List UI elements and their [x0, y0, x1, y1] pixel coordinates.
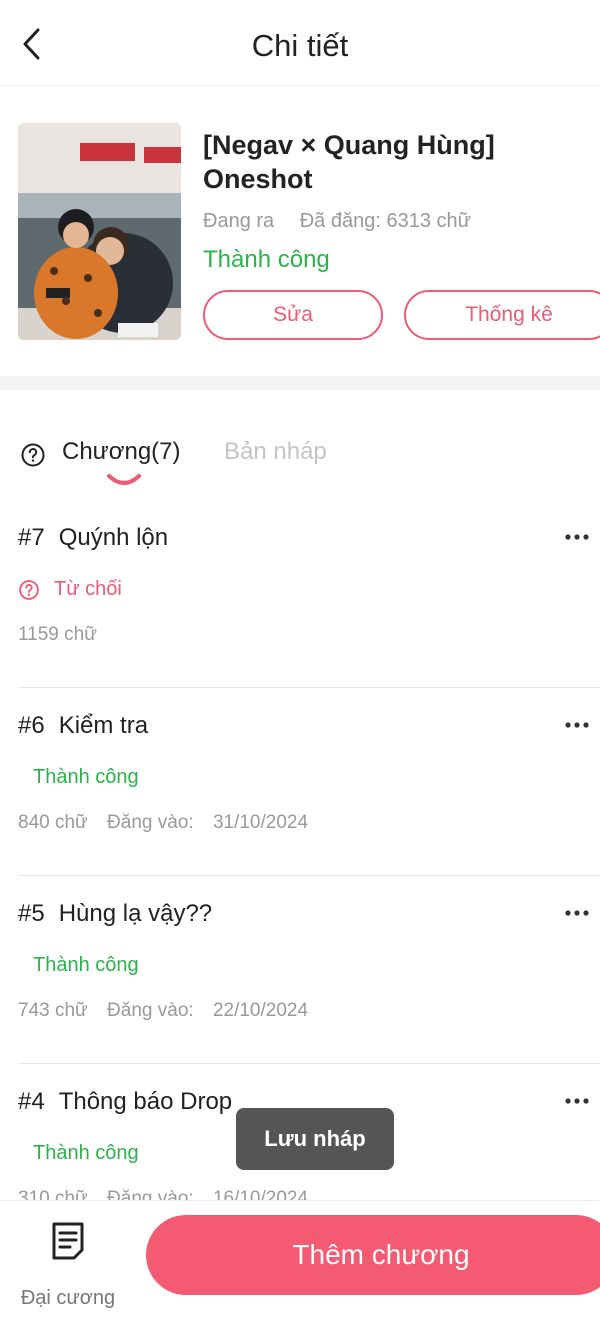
chapter-title: #6 Kiểm tra: [18, 712, 148, 740]
page-title: Chi tiết: [251, 28, 349, 63]
chapter-name: Kiểm tra: [58, 712, 149, 739]
chapter-status: Từ chối: [18, 578, 122, 601]
chapter-number: #6: [18, 712, 45, 739]
chapter-posted-date: 31/10/2024: [212, 812, 309, 833]
bottom-action-bar: Đại cương Thêm chương: [0, 1200, 600, 1335]
chapter-word-count: 840 chữ: [18, 812, 88, 833]
chapter-word-count: 1159 chữ: [18, 624, 97, 645]
chapter-item[interactable]: #5 Hùng lạ vậy?? Thành công 743 chữ Đăng …: [18, 876, 600, 1064]
more-options-icon[interactable]: [562, 522, 592, 552]
story-meta: Đang ra Đã đăng: 6313 chữ: [203, 210, 471, 233]
story-title: [Negav × Quang Hùng] Oneshot: [203, 128, 593, 196]
chapter-posted-label: Đăng vào:: [107, 1000, 194, 1021]
story-info: [Negav × Quang Hùng] Oneshot Đang ra Đã …: [0, 86, 600, 376]
document-list-icon: [52, 1222, 84, 1260]
chapter-number: #5: [18, 900, 45, 927]
more-options-icon[interactable]: [562, 710, 592, 740]
chapter-name: Quýnh lộn: [58, 524, 169, 551]
chapter-detail-screen: Chi tiết [Negav × Quang Hùng] Oneshot Đa…: [0, 0, 600, 1335]
chapter-posted-date: 22/10/2024: [212, 1000, 309, 1021]
chapter-item[interactable]: #6 Kiểm tra Thành công 840 chữ Đăng vào: …: [18, 688, 600, 876]
tab-drafts[interactable]: Bản nháp: [224, 438, 327, 466]
story-title-line-1: [Negav × Quang Hùng]: [203, 130, 495, 160]
chapter-name: Thông báo Drop: [58, 1088, 233, 1115]
chapter-number: #7: [18, 524, 45, 551]
chapter-word-count: 310 chữ: [18, 1188, 88, 1200]
chapter-status: Thành công: [33, 766, 139, 788]
section-divider: [0, 376, 600, 390]
story-status: Thành công: [203, 246, 330, 273]
question-circle-icon: [19, 579, 39, 600]
chapter-number: #4: [18, 1088, 45, 1115]
question-circle-icon[interactable]: [20, 442, 46, 468]
toast-message: Lưu nháp: [236, 1108, 394, 1170]
chapter-word-count: 743 chữ: [18, 1000, 88, 1021]
chapter-posted-label: Đăng vào:: [107, 812, 194, 833]
chapter-info: 310 chữ Đăng vào: 16/10/2024: [18, 1188, 308, 1200]
chapter-list: #7 Quýnh lộn Từ chối 1159 chữ #6 Kiểm tra: [0, 500, 600, 1200]
chapter-status: Thành công: [33, 1142, 139, 1164]
chapter-info: 743 chữ Đăng vào: 22/10/2024: [18, 1000, 308, 1022]
cover-photo: [18, 123, 181, 340]
tab-chapters[interactable]: Chương(7): [62, 438, 181, 466]
outline-label: Đại cương: [20, 1287, 116, 1309]
tab-active-indicator: [107, 474, 141, 485]
chapter-item[interactable]: #7 Quýnh lộn Từ chối 1159 chữ: [18, 500, 600, 688]
more-options-icon[interactable]: [562, 898, 592, 928]
chapter-info: 1159 chữ: [18, 624, 97, 646]
add-chapter-button[interactable]: Thêm chương: [146, 1215, 600, 1295]
story-title-line-2: Oneshot: [203, 164, 313, 194]
chapter-title: #4 Thông báo Drop: [18, 1088, 232, 1116]
chapter-info: 840 chữ Đăng vào: 31/10/2024: [18, 812, 308, 834]
story-word-count: Đã đăng: 6313 chữ: [299, 210, 472, 232]
chapter-title: #7 Quýnh lộn: [18, 524, 168, 552]
stats-button[interactable]: Thống kê: [404, 290, 600, 340]
edit-button[interactable]: Sửa: [203, 290, 383, 340]
chapter-title: #5 Hùng lạ vậy??: [18, 900, 212, 928]
chapter-status: Thành công: [33, 954, 139, 976]
chapter-posted-label: Đăng vào:: [107, 1188, 194, 1200]
chapter-status-label: Từ chối: [54, 578, 122, 600]
more-options-icon[interactable]: [562, 1086, 592, 1116]
chapter-tabs: Chương(7) Bản nháp: [0, 430, 600, 490]
chapter-name: Hùng lạ vậy??: [58, 900, 213, 927]
story-state: Đang ra: [203, 210, 275, 232]
outline-button[interactable]: Đại cương: [12, 1219, 124, 1309]
story-cover-image[interactable]: [18, 123, 181, 340]
chapter-posted-date: 16/10/2024: [212, 1188, 309, 1200]
header: Chi tiết: [0, 0, 600, 86]
